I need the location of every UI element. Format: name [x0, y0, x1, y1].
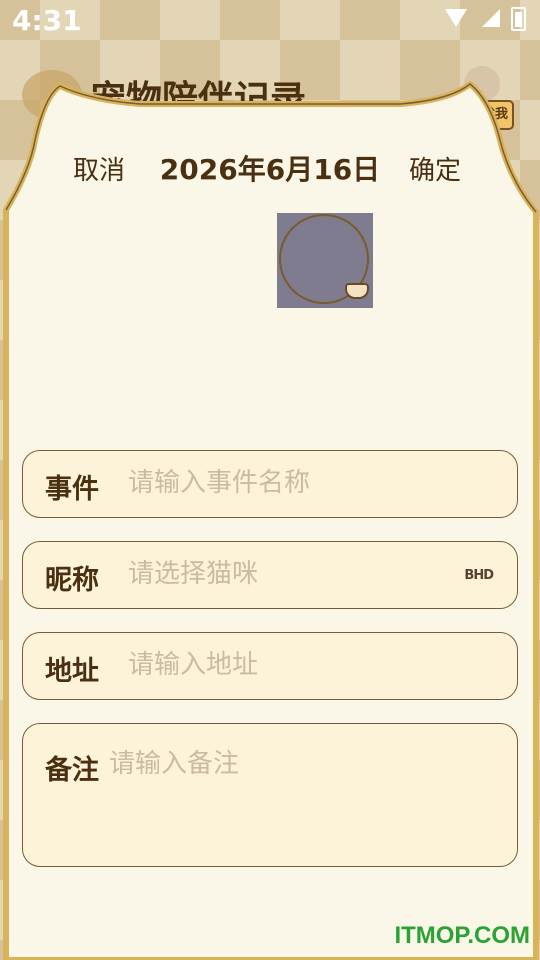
status-icons	[435, 7, 526, 31]
nickname-field[interactable]: 昵称 BHD	[22, 541, 518, 609]
signal-icon	[482, 9, 500, 27]
date-picker-header: 2026年6月16日 取消 确定	[0, 140, 540, 200]
notes-label: 备注	[45, 755, 99, 786]
pet-avatar-picker[interactable]	[277, 213, 373, 308]
cancel-button[interactable]: 取消	[73, 150, 125, 187]
nickname-label: 昵称	[45, 565, 99, 596]
battery-icon	[511, 7, 526, 31]
status-bar: 4:31	[0, 0, 540, 44]
watermark: ITMOP.COM	[394, 922, 530, 949]
chevron-down-icon[interactable]: BHD	[464, 568, 494, 583]
address-label: 地址	[45, 656, 99, 687]
event-input[interactable]	[126, 467, 470, 499]
pet-bowl-icon	[345, 283, 369, 299]
event-label: 事件	[45, 474, 99, 505]
address-field[interactable]: 地址	[22, 632, 518, 700]
notes-field[interactable]: 备注	[22, 723, 518, 867]
event-field[interactable]: 事件	[22, 450, 518, 518]
status-time: 4:31	[12, 4, 82, 37]
address-input[interactable]	[126, 649, 470, 681]
wifi-icon	[444, 9, 467, 27]
confirm-button[interactable]: 确定	[409, 150, 461, 187]
notes-input[interactable]	[107, 748, 451, 780]
nickname-select[interactable]	[126, 558, 470, 590]
